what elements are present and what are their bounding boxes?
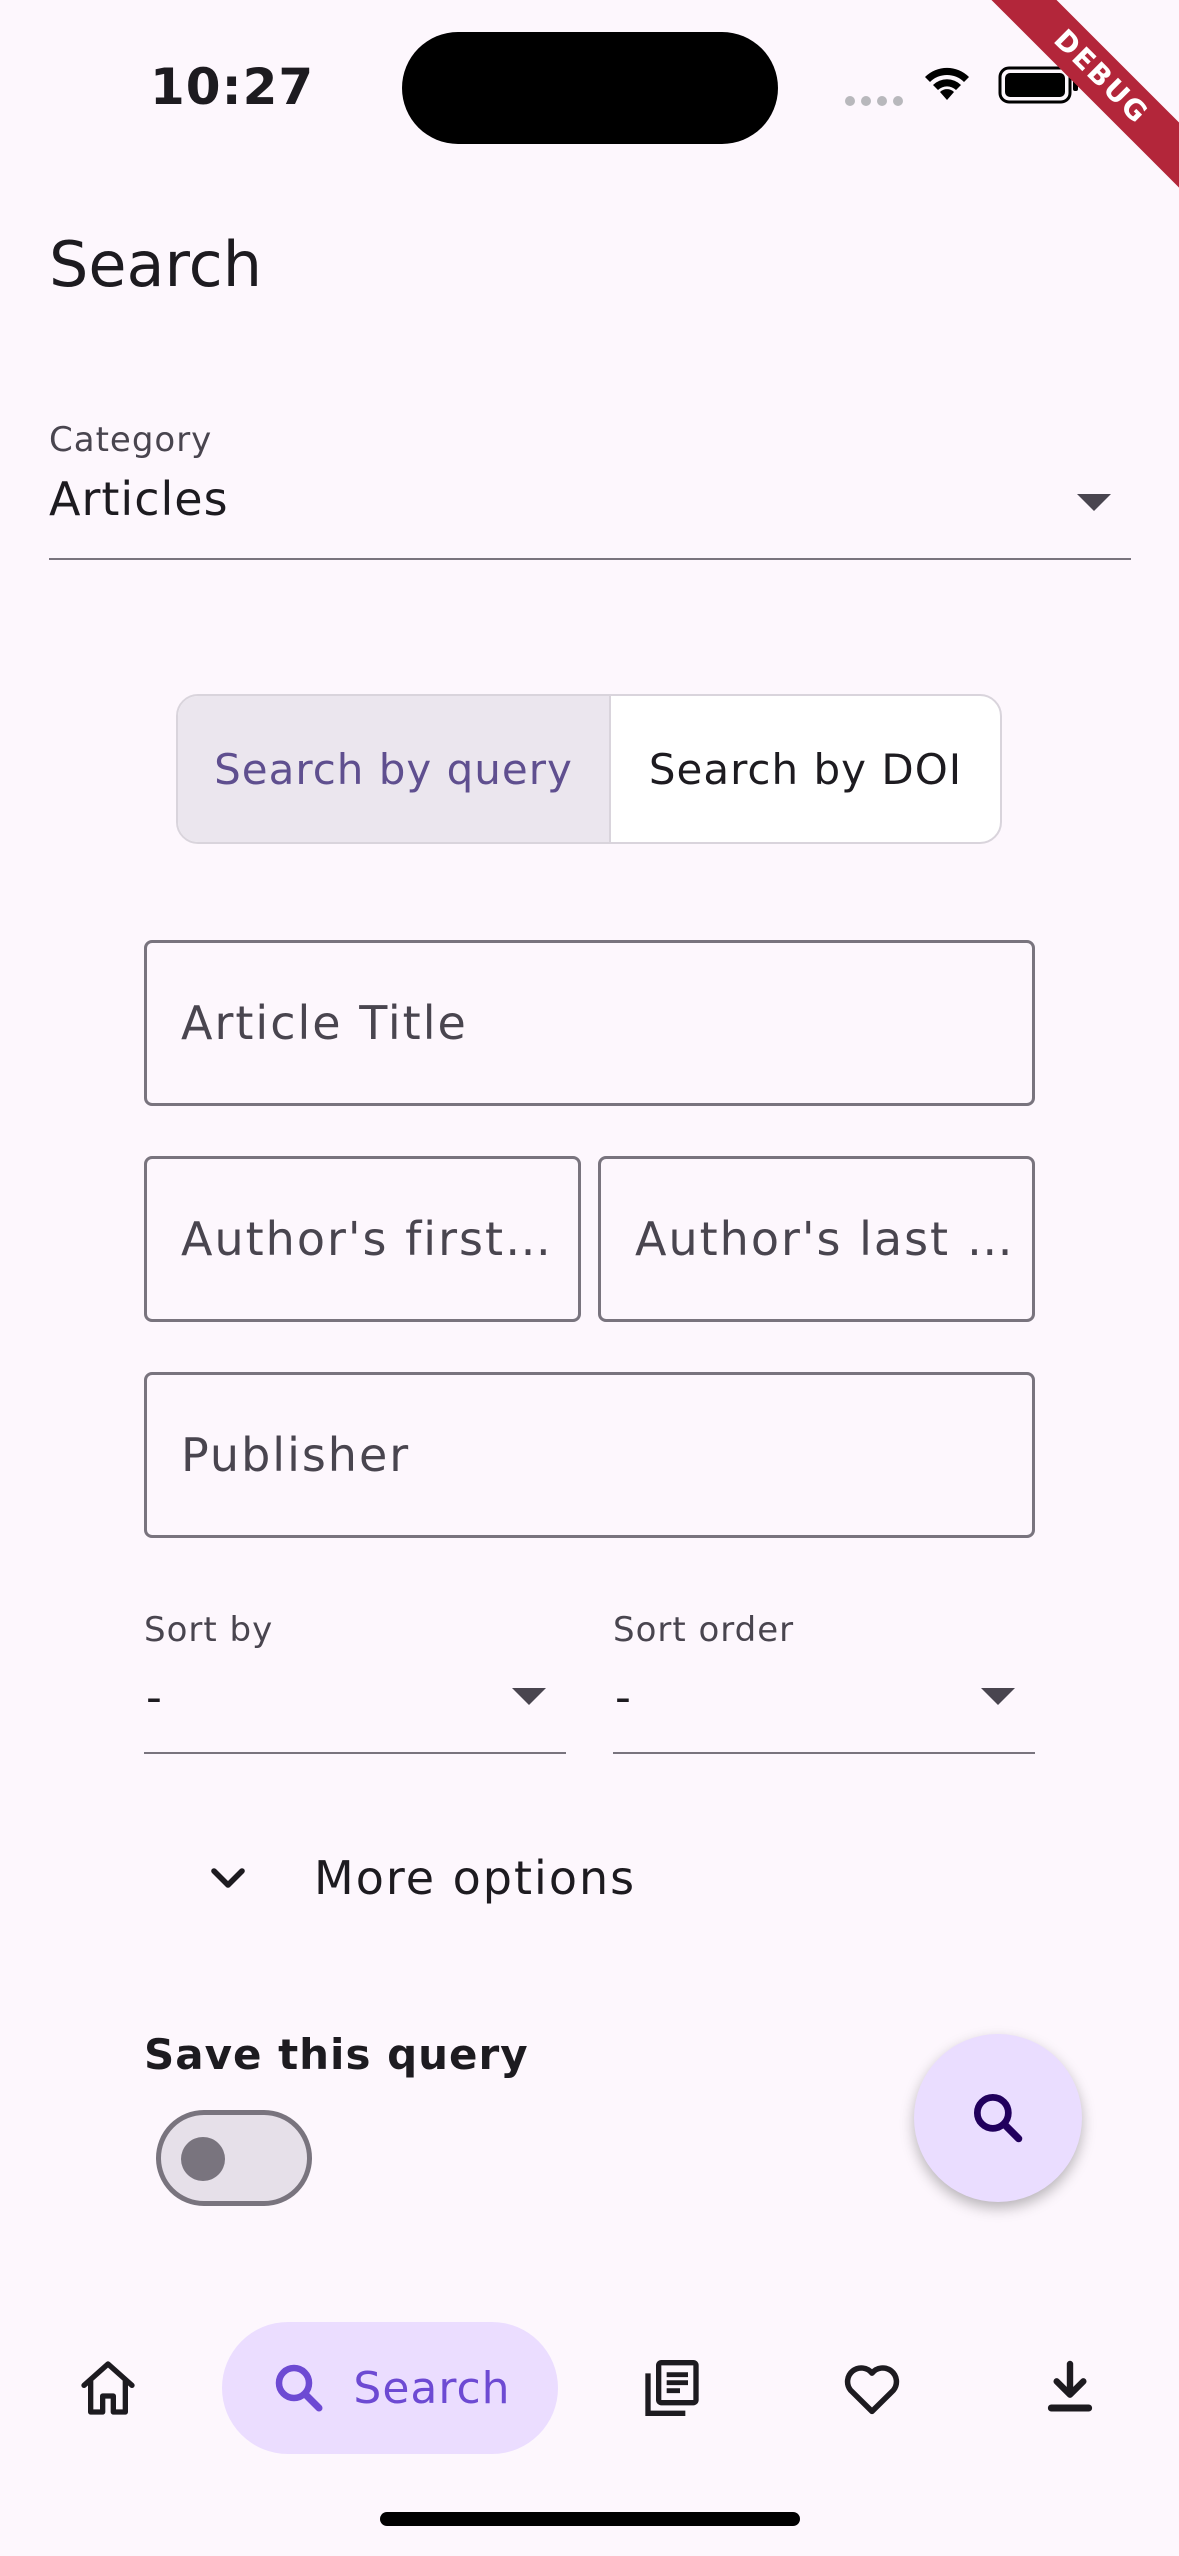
sort-order-label: Sort order (613, 1610, 795, 1650)
articles-icon (645, 2360, 699, 2416)
author-last-name-placeholder: Author's last … (635, 1212, 1015, 1266)
sort-by-dropdown[interactable]: Sort by - (144, 1602, 566, 1754)
save-query-switch[interactable] (156, 2110, 312, 2206)
page-title: Search (49, 228, 263, 301)
heart-icon (844, 2365, 900, 2415)
article-title-input[interactable]: Article Title (144, 940, 1035, 1106)
publisher-placeholder: Publisher (181, 1428, 411, 1482)
dynamic-island (402, 32, 778, 144)
nav-home-button[interactable] (60, 2322, 156, 2454)
search-fab-button[interactable] (914, 2034, 1082, 2202)
chevron-down-icon (211, 1868, 245, 1888)
search-by-doi-button[interactable]: Search by DOI (611, 696, 1000, 842)
cellular-signal-icon (845, 96, 903, 106)
sort-order-dropdown[interactable]: Sort order - (613, 1602, 1035, 1754)
category-label: Category (49, 420, 213, 460)
author-first-name-input[interactable]: Author's first… (144, 1156, 581, 1322)
dropdown-arrow-icon (512, 1688, 546, 1705)
dropdown-arrow-icon (981, 1688, 1015, 1705)
category-value: Articles (49, 472, 229, 526)
home-icon (81, 2361, 135, 2415)
switch-thumb (181, 2137, 225, 2181)
nav-downloads-button[interactable] (1022, 2322, 1118, 2454)
more-options-toggle[interactable]: More options (200, 1850, 636, 1906)
download-icon (1047, 2360, 1093, 2412)
save-query-label: Save this query (144, 2030, 529, 2079)
author-last-name-input[interactable]: Author's last … (598, 1156, 1035, 1322)
article-title-placeholder: Article Title (181, 996, 468, 1050)
category-dropdown[interactable]: Category Articles (49, 412, 1131, 560)
home-indicator (380, 2512, 800, 2526)
sort-by-value: - (146, 1672, 162, 1723)
bottom-navigation: Search (0, 2300, 1179, 2480)
nav-favorites-button[interactable] (824, 2322, 920, 2454)
nav-search-label: Search (353, 2362, 511, 2414)
publisher-input[interactable]: Publisher (144, 1372, 1035, 1538)
nav-search-button[interactable]: Search (222, 2322, 558, 2454)
wifi-icon (925, 67, 969, 100)
author-first-name-placeholder: Author's first… (181, 1212, 553, 1266)
dropdown-arrow-icon (1077, 494, 1111, 511)
search-mode-toggle: Search by query Search by DOI (176, 694, 1002, 844)
sort-order-value: - (615, 1672, 631, 1723)
sort-by-label: Sort by (144, 1610, 274, 1650)
search-by-query-button[interactable]: Search by query (178, 696, 611, 842)
nav-articles-button[interactable] (624, 2322, 720, 2454)
more-options-label: More options (314, 1851, 637, 1905)
status-time: 10:27 (150, 58, 315, 116)
search-icon (276, 2364, 323, 2412)
search-icon (973, 2093, 1023, 2143)
